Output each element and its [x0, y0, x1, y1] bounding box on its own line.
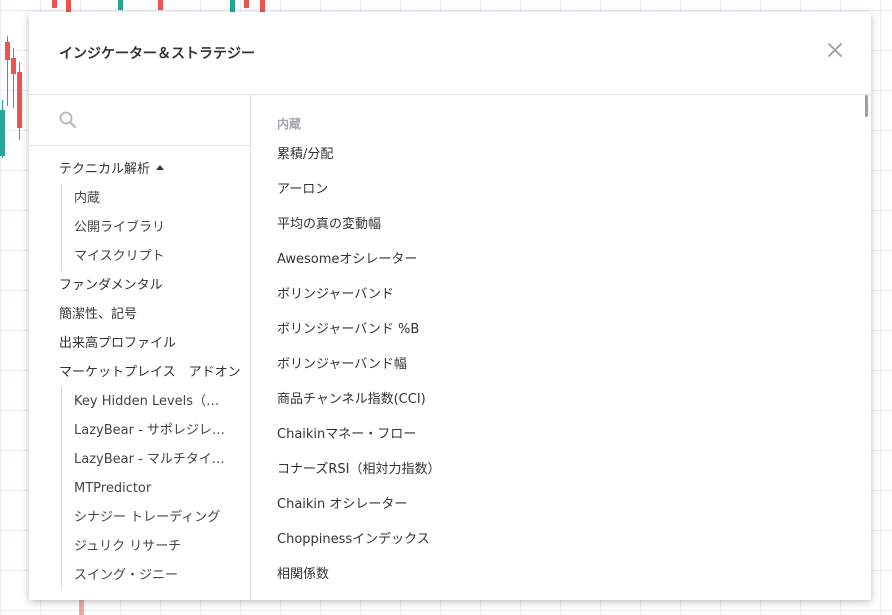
nav-item-marketplace[interactable]: マーケットプレイス アドオン	[29, 358, 250, 387]
indicator-item[interactable]: 相関係数	[251, 557, 851, 592]
close-button[interactable]	[825, 40, 845, 60]
candle	[244, 0, 249, 8]
indicator-item[interactable]: ボリンジャーバンド %B	[251, 312, 851, 347]
indicator-list: 累積/分配 アーロン 平均の真の変動幅 Awesomeオシレーター ボリンジャー…	[251, 137, 851, 592]
candle	[5, 42, 10, 60]
candle	[118, 0, 123, 10]
indicator-item[interactable]: ボリンジャーバンド幅	[251, 347, 851, 382]
section-title: 内蔵	[277, 117, 302, 131]
sub-item-swing-genie[interactable]: スイング・ジニー	[62, 561, 232, 590]
indicator-item[interactable]: コナーズRSI（相対力指数）	[251, 452, 851, 487]
scrollbar[interactable]	[865, 95, 868, 117]
nav-item-volume-profile[interactable]: 出来高プロファイル	[29, 329, 250, 358]
indicator-item[interactable]: アーロン	[251, 172, 851, 207]
candle	[230, 0, 235, 12]
indicator-item[interactable]: ボリンジャーバンド	[251, 277, 851, 312]
search-icon	[59, 111, 76, 128]
indicator-item[interactable]: Awesomeオシレーター	[251, 242, 851, 277]
nav-item-simplicity[interactable]: 簡潔性、記号	[29, 300, 250, 329]
close-icon	[828, 43, 842, 57]
candle	[158, 0, 163, 10]
candle	[0, 110, 5, 156]
sub-item-public-library[interactable]: 公開ライブラリ	[62, 213, 232, 242]
nav-item-label: テクニカル解析	[59, 162, 151, 177]
indicator-item[interactable]: Choppinessインデックス	[251, 522, 851, 557]
candle	[17, 72, 22, 128]
indicator-item[interactable]: 平均の真の変動幅	[251, 207, 851, 242]
category-nav: テクニカル解析 内蔵 公開ライブラリ マイスクリプト ファンダメンタル 簡潔性、…	[29, 155, 250, 590]
indicator-item[interactable]: Chaikinマネー・フロー	[251, 417, 851, 452]
nav-item-technical[interactable]: テクニカル解析	[29, 155, 250, 184]
nav-item-fundamental[interactable]: ファンダメンタル	[29, 271, 250, 300]
candle	[11, 58, 16, 74]
marketplace-subgroup: Key Hidden Levels（キーヒドゥンレベル） LazyBear - …	[61, 387, 250, 590]
candle	[79, 599, 84, 615]
indicator-list-panel: 内蔵 累積/分配 アーロン 平均の真の変動幅 Awesomeオシレーター ボリン…	[251, 95, 871, 600]
search-input[interactable]	[85, 107, 239, 135]
indicator-item[interactable]: 累積/分配	[251, 137, 851, 172]
candle-wick	[13, 48, 14, 108]
sub-item-lazybear-mtf[interactable]: LazyBear - マルチタイムフレーム	[62, 445, 232, 474]
candle	[52, 0, 57, 8]
sub-item-builtin[interactable]: 内蔵	[62, 184, 232, 213]
technical-subgroup: 内蔵 公開ライブラリ マイスクリプト	[61, 184, 250, 271]
candle	[66, 0, 71, 12]
sub-item-mtpredictor[interactable]: MTPredictor	[62, 474, 232, 503]
dialog-title: インジケーター＆ストラテジー	[59, 46, 255, 62]
indicator-item[interactable]: Chaikin オシレーター	[251, 487, 851, 522]
sidebar: テクニカル解析 内蔵 公開ライブラリ マイスクリプト ファンダメンタル 簡潔性、…	[29, 95, 251, 600]
indicator-item[interactable]: 商品チャンネル指数(CCI)	[251, 382, 851, 417]
sub-item-lazybear-sr[interactable]: LazyBear - サポレジレベル	[62, 416, 232, 445]
dialog-header: インジケーター＆ストラテジー	[29, 12, 871, 95]
caret-up-icon	[156, 165, 165, 170]
indicators-dialog: インジケーター＆ストラテジー テクニカル解析 内蔵 公開ライブラリ マイスクリプ…	[29, 12, 871, 600]
sub-item-synergy[interactable]: シナジー トレーディング	[62, 503, 232, 532]
sub-item-my-scripts[interactable]: マイスクリプト	[62, 242, 232, 271]
sub-item-jurik[interactable]: ジュリク リサーチ	[62, 532, 232, 561]
search-box	[29, 95, 250, 146]
sub-item-key-hidden-levels[interactable]: Key Hidden Levels（キーヒドゥンレベル）	[62, 387, 232, 416]
